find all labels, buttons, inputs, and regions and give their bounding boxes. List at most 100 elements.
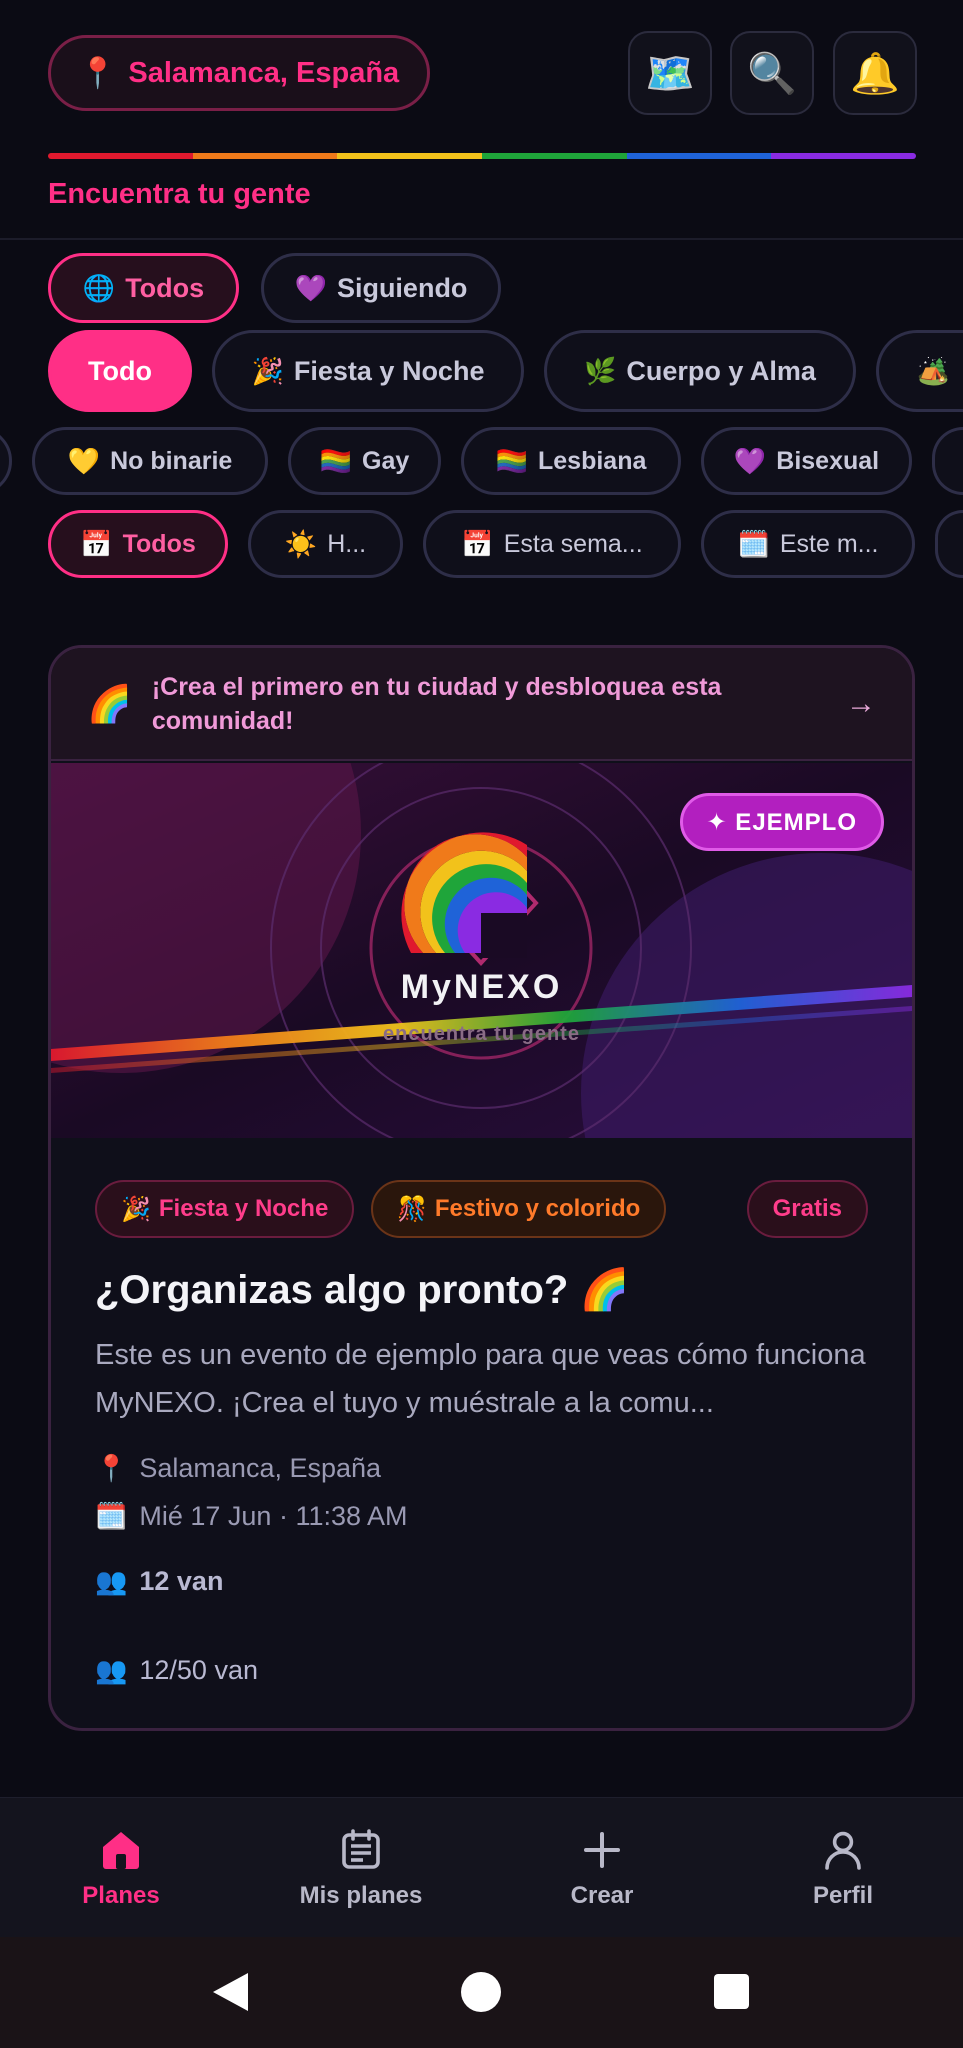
map-icon: 🗺️ (645, 51, 695, 96)
purple-heart-icon: 💜 (733, 445, 767, 476)
home-icon (103, 1832, 139, 1869)
spiral-calendar-icon: 🗓️ (737, 528, 770, 559)
location-selector[interactable]: 📍 Salamanca, España (48, 35, 431, 111)
event-card[interactable]: 🌈 ¡Crea el primero en tu ciudad y desblo… (48, 645, 915, 1731)
nav-mis-planes[interactable]: Mis planes (271, 1798, 451, 1938)
chip-label: Todos (122, 529, 196, 558)
nav-label: Perfil (812, 1882, 874, 1909)
event-capacity-text: 12/50 van (139, 1655, 258, 1685)
tab-label: Siguiendo (336, 272, 468, 303)
bottom-navigation: Planes Mis planes Crear Perfil (0, 1797, 963, 1937)
globe-icon: 🌐 (82, 272, 116, 303)
identity-lesbiana[interactable]: 🏳️‍🌈 Lesbiana (461, 427, 681, 495)
people-icon: 👥 (95, 1566, 128, 1596)
date-esta-semana[interactable]: 📅 Esta sema... (423, 510, 681, 578)
category-outdoor[interactable]: 🏕️ (876, 330, 963, 412)
party-icon: 🎉 (251, 355, 284, 386)
event-location-text: Salamanca, España (139, 1453, 382, 1483)
event-datetime: 🗓️ Mié 17 Jun · 11:38 AM (95, 1501, 408, 1532)
chip-label: H... (327, 529, 367, 558)
tab-siguiendo[interactable]: 💜 Siguiendo (261, 253, 501, 323)
arrow-right-icon: → (846, 686, 876, 720)
hero-logo-text: MyNEXO (400, 968, 563, 1006)
pin-icon: 📍 (95, 1453, 128, 1483)
chip-label: Gay (362, 446, 410, 475)
chip-label: Lesbiana (538, 446, 647, 475)
yellow-heart-icon: 💛 (67, 445, 101, 476)
date-este-mes[interactable]: 🗓️ Este m... (701, 510, 915, 578)
rainbow-divider (48, 153, 916, 159)
search-icon: 🔍 (747, 51, 797, 96)
event-hero-image: ✦ EJEMPLO MyNEXO encuentra tu gente (51, 763, 912, 1138)
pin-icon: 📍 (79, 56, 117, 90)
bell-icon: 🔔 (850, 51, 900, 96)
party-icon: 🎉 (121, 1195, 151, 1223)
date-hoy[interactable]: ☀️ H... (248, 510, 403, 578)
identity-bisexual[interactable]: 💜 Bisexual (701, 427, 912, 495)
calendar-icon: 📅 (461, 528, 494, 559)
category-fiesta-noche[interactable]: 🎉 Fiesta y Noche (212, 330, 524, 412)
rainbow-icon: 🌈 (87, 682, 132, 724)
event-capacity: 👥 12/50 van (95, 1655, 258, 1686)
nav-label: Mis planes (299, 1882, 423, 1909)
herb-icon: 🌿 (584, 355, 617, 386)
app-root: 📍 Salamanca, España 🗺️ 🔍 🔔 Encuentra tu … (0, 0, 963, 2048)
chip-label: Fiesta y Noche (293, 355, 485, 386)
map-button[interactable]: 🗺️ (628, 31, 712, 115)
chip-label: No binarie (110, 446, 233, 475)
tab-label: Todos (125, 272, 205, 303)
event-title: ¿Organizas algo pronto? 🌈 (95, 1268, 630, 1312)
price-badge: Gratis (746, 1180, 868, 1238)
header: 📍 Salamanca, España 🗺️ 🔍 🔔 Encuentra tu … (0, 0, 963, 240)
tag-fiesta-noche: 🎉 Fiesta y Noche (95, 1180, 355, 1238)
nav-label: Crear (570, 1882, 634, 1909)
tagline: Encuentra tu gente (48, 178, 311, 210)
rainbow-flag-icon: 🏳️‍🌈 (319, 445, 353, 476)
create-banner-text: ¡Crea el primero en tu ciudad y desbloqu… (151, 672, 722, 735)
chip-label: Bisexual (776, 446, 880, 475)
location-label: Salamanca, España (128, 56, 400, 89)
event-location: 📍 Salamanca, España (95, 1453, 381, 1484)
category-cuerpo-alma[interactable]: 🌿 Cuerpo y Alma (544, 330, 856, 412)
recents-icon[interactable] (714, 1974, 749, 2009)
create-community-banner[interactable]: 🌈 ¡Crea el primero en tu ciudad y desblo… (51, 648, 912, 761)
category-todo[interactable]: Todo (48, 330, 192, 412)
event-description: Este es un evento de ejemplo para que ve… (95, 1339, 866, 1419)
identity-no-binarie[interactable]: 💛 No binarie (32, 427, 268, 495)
home-circle-icon[interactable] (461, 1972, 501, 2012)
nav-label: Planes (82, 1882, 160, 1909)
nav-crear[interactable]: Crear (512, 1798, 692, 1938)
date-chip-partial-right[interactable] (935, 510, 963, 578)
chip-label: Todo (88, 355, 152, 386)
person-icon (825, 1831, 861, 1870)
identity-gay[interactable]: 🏳️‍🌈 Gay (288, 427, 441, 495)
hero-logo-subtitle: encuentra tu gente (383, 1023, 580, 1045)
chip-label: Este m... (779, 529, 879, 558)
camping-icon: 🏕️ (917, 355, 950, 386)
date-todos[interactable]: 📅 Todos (48, 510, 228, 578)
search-button[interactable]: 🔍 (730, 31, 814, 115)
price-label: Gratis (772, 1195, 842, 1222)
event-going-text: 12 van (139, 1566, 224, 1596)
nav-planes[interactable]: Planes (31, 1798, 211, 1938)
people-icon: 👥 (95, 1655, 128, 1685)
calendar-icon: 📅 (80, 528, 113, 559)
tag-label: Festivo y colorido (434, 1195, 641, 1222)
identity-chip-partial[interactable] (0, 427, 12, 495)
example-badge: ✦ EJEMPLO (679, 793, 884, 851)
system-nav-icons (213, 1972, 749, 2012)
event-going: 👥 12 van (95, 1566, 223, 1597)
tag-label: Fiesta y Noche (158, 1195, 329, 1222)
tab-todos[interactable]: 🌐 Todos (48, 253, 239, 323)
confetti-icon: 🎊 (397, 1195, 427, 1223)
event-datetime-text: Mié 17 Jun · 11:38 AM (139, 1501, 408, 1531)
identity-chip-partial-right[interactable] (932, 427, 963, 495)
tag-festivo-colorido: 🎊 Festivo y colorido (371, 1180, 667, 1238)
chip-label: Cuerpo y Alma (626, 355, 816, 386)
back-icon[interactable] (213, 1973, 248, 2011)
plus-icon (584, 1832, 620, 1868)
nav-perfil[interactable]: Perfil (753, 1798, 933, 1938)
notifications-button[interactable]: 🔔 (833, 31, 917, 115)
chip-label: Esta sema... (503, 529, 643, 558)
calendar-icon: 🗓️ (95, 1501, 128, 1531)
